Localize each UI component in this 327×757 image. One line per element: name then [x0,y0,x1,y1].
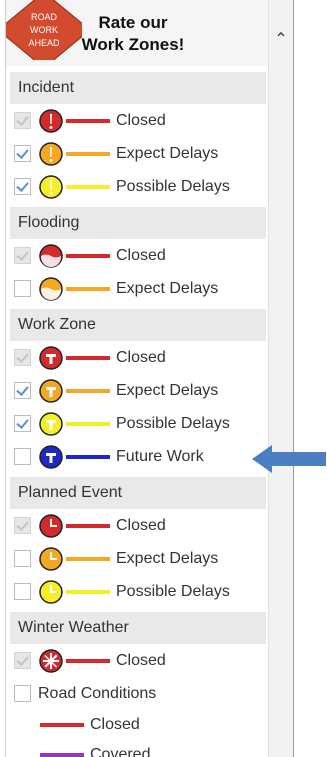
sign-text-2: WORK [30,25,58,35]
legend-row-label: Possible Delays [116,177,230,195]
layer-checkbox[interactable] [14,550,31,567]
rate-work-zones-link[interactable]: Rate our Work Zones! [78,12,188,56]
legend-row[interactable]: Closed [6,509,268,542]
layer-checkbox[interactable] [14,685,31,702]
legend-row[interactable]: Expect Delays [6,542,268,575]
legend-line [66,454,110,459]
legend-row-label: Future Work [116,447,204,465]
legend-row-label: Closed [116,111,166,129]
legend-panel: ROAD WORK AHEAD Rate our Work Zones! Inc… [5,0,294,757]
road-conditions-row[interactable]: Road Conditions [6,677,268,710]
legend-line [40,723,84,727]
incident-icon [39,141,63,166]
legend-line [66,388,110,393]
legend-row[interactable]: Possible Delays [6,170,268,203]
sign-text-3: AHEAD [28,38,60,48]
legend-line [66,253,110,258]
header-title-line2: Work Zones! [81,35,185,54]
header-title-line1: Rate our [98,13,168,32]
layer-checkbox[interactable] [14,415,31,432]
layer-checkbox[interactable] [14,280,31,297]
planned-event-icon [39,513,63,538]
legend-row[interactable]: Possible Delays [6,575,268,608]
layer-checkbox[interactable] [14,247,31,264]
legend-line [66,658,110,663]
legend-row[interactable]: Possible Delays [6,407,268,440]
legend-line [40,753,84,757]
layer-checkbox[interactable] [14,178,31,195]
layer-checkbox[interactable] [14,349,31,366]
legend-line [66,184,110,189]
legend-header: ROAD WORK AHEAD Rate our Work Zones! [6,0,268,66]
road-condition-label: Closed [90,716,140,733]
sign-text-1: ROAD [31,12,58,22]
legend-line [66,118,110,123]
legend-list: Incident Closed Expect Delays Possible Dela… [6,68,268,757]
legend-row-label: Closed [116,651,166,669]
legend-line [66,421,110,426]
legend-line [66,286,110,291]
legend-line [66,523,110,528]
layer-checkbox[interactable] [14,112,31,129]
planned-event-icon [39,579,63,604]
legend-line [66,556,110,561]
road-condition-item: Covered [6,740,268,757]
section-header-flooding: Flooding [10,207,266,239]
section-header-winter-weather: Winter Weather [10,612,266,644]
legend-row[interactable]: Closed [6,104,268,137]
legend-row[interactable]: Closed [6,341,268,374]
legend-row-label: Expect Delays [116,381,219,399]
legend-row-label: Closed [116,516,166,534]
layer-checkbox[interactable] [14,382,31,399]
legend-row-label: Possible Delays [116,582,230,600]
legend-row[interactable]: Expect Delays [6,374,268,407]
work-zone-icon [39,345,63,370]
flooding-icon [39,276,63,301]
legend-line [66,355,110,360]
work-zone-icon [39,411,63,436]
chevron-up-icon[interactable]: ⌃ [272,30,290,50]
left-arrow-icon [252,445,326,473]
legend-row-label: Expect Delays [116,144,219,162]
layer-checkbox[interactable] [14,145,31,162]
legend-row[interactable]: Closed [6,239,268,272]
layer-checkbox[interactable] [14,517,31,534]
work-zone-icon [39,378,63,403]
legend-row[interactable]: Closed [6,644,268,677]
legend-row[interactable]: Future Work [6,440,268,473]
section-header-incident: Incident [10,72,266,104]
road-work-sign-icon[interactable]: ROAD WORK AHEAD [6,0,82,60]
layer-checkbox[interactable] [14,583,31,600]
layer-checkbox[interactable] [14,448,31,465]
legend-line [66,589,110,594]
planned-event-icon [39,546,63,571]
winter-weather-icon [39,648,63,673]
legend-row-label: Possible Delays [116,414,230,432]
legend-row[interactable]: Expect Delays [6,272,268,305]
legend-row-label: Expect Delays [116,279,219,297]
section-header-work-zone: Work Zone [10,309,266,341]
road-condition-item: Closed [6,710,268,740]
work-zone-icon [39,444,63,469]
legend-row-label: Expect Delays [116,549,219,567]
road-condition-label: Covered [90,746,151,757]
legend-row-label: Closed [116,246,166,264]
layer-checkbox[interactable] [14,652,31,669]
scrollbar[interactable]: ⌃ [268,0,293,757]
flooding-icon [39,243,63,268]
legend-line [66,151,110,156]
incident-icon [39,108,63,133]
section-header-planned-event: Planned Event [10,477,266,509]
legend-row[interactable]: Expect Delays [6,137,268,170]
legend-row-label: Closed [116,348,166,366]
road-conditions-label: Road Conditions [38,684,157,702]
incident-icon [39,174,63,199]
